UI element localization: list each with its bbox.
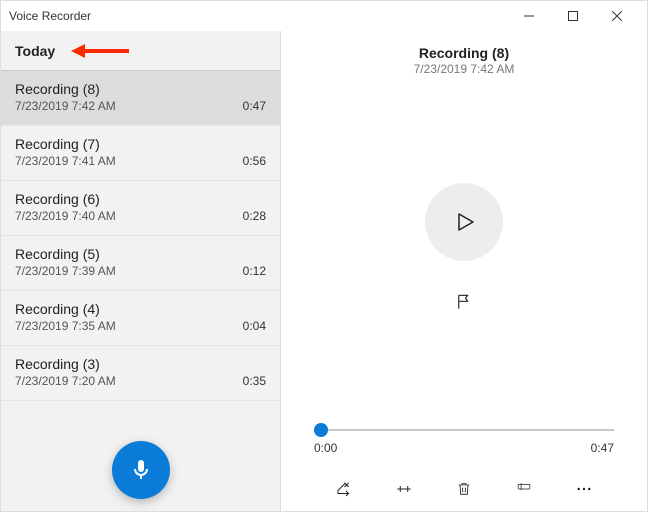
list-item-time: 7/23/2019 7:42 AM bbox=[15, 99, 116, 113]
list-item-title: Recording (7) bbox=[15, 136, 100, 152]
timeline-duration: 0:47 bbox=[591, 441, 614, 455]
list-item-duration: 0:04 bbox=[243, 319, 266, 333]
annotation-arrow-icon bbox=[71, 41, 131, 61]
section-label: Today bbox=[15, 43, 55, 59]
list-item-duration: 0:47 bbox=[243, 99, 266, 113]
list-item-duration: 0:56 bbox=[243, 154, 266, 168]
list-item-duration: 0:35 bbox=[243, 374, 266, 388]
timeline[interactable]: 0:00 0:47 bbox=[314, 423, 614, 455]
list-item-duration: 0:12 bbox=[243, 264, 266, 278]
share-icon bbox=[335, 480, 353, 498]
list-item[interactable]: Recording (3) 7/23/2019 7:20 AM 0:35 bbox=[1, 346, 280, 401]
list-item[interactable]: Recording (6) 7/23/2019 7:40 AM 0:28 bbox=[1, 181, 280, 236]
detail-subtitle: 7/23/2019 7:42 AM bbox=[414, 62, 515, 76]
list-item[interactable]: Recording (4) 7/23/2019 7:35 AM 0:04 bbox=[1, 291, 280, 346]
list-item-time: 7/23/2019 7:41 AM bbox=[15, 154, 116, 168]
list-item-time: 7/23/2019 7:40 AM bbox=[15, 209, 116, 223]
rename-button[interactable] bbox=[514, 479, 534, 499]
list-item[interactable]: Recording (7) 7/23/2019 7:41 AM 0:56 bbox=[1, 126, 280, 181]
minimize-button[interactable] bbox=[507, 2, 551, 30]
app-title: Voice Recorder bbox=[9, 9, 91, 23]
list-item-title: Recording (3) bbox=[15, 356, 100, 372]
trim-button[interactable] bbox=[394, 479, 414, 499]
add-marker-button[interactable] bbox=[449, 287, 479, 317]
trim-icon bbox=[395, 480, 413, 498]
list-item-title: Recording (8) bbox=[15, 81, 100, 97]
maximize-icon bbox=[568, 11, 578, 21]
timeline-position: 0:00 bbox=[314, 441, 337, 455]
play-button[interactable] bbox=[425, 183, 503, 261]
list-item-title: Recording (6) bbox=[15, 191, 100, 207]
section-header: Today bbox=[1, 31, 280, 71]
close-button[interactable] bbox=[595, 2, 639, 30]
app-window: Voice Recorder Today Recording (8)7/23/2… bbox=[0, 0, 648, 512]
list-item-duration: 0:28 bbox=[243, 209, 266, 223]
list-item-time: 7/23/2019 7:39 AM bbox=[15, 264, 116, 278]
share-button[interactable] bbox=[334, 479, 354, 499]
maximize-button[interactable] bbox=[551, 2, 595, 30]
more-button[interactable] bbox=[574, 479, 594, 499]
detail-title: Recording (8) bbox=[414, 45, 515, 61]
timeline-track bbox=[314, 429, 614, 431]
minimize-icon bbox=[524, 11, 534, 21]
close-icon bbox=[612, 11, 622, 21]
more-icon bbox=[575, 480, 593, 498]
trash-icon bbox=[456, 481, 472, 497]
sidebar: Today Recording (8) 7/23/2019 7:42 AM 0:47… bbox=[1, 31, 281, 511]
play-icon bbox=[452, 210, 476, 234]
list-item-title: Recording (4) bbox=[15, 301, 100, 317]
detail-toolbar bbox=[281, 467, 647, 511]
titlebar: Voice Recorder bbox=[1, 1, 647, 31]
flag-icon bbox=[455, 293, 473, 311]
microphone-icon bbox=[129, 458, 153, 482]
record-button[interactable] bbox=[112, 441, 170, 499]
list-item[interactable]: Recording (5) 7/23/2019 7:39 AM 0:12 bbox=[1, 236, 280, 291]
list-item[interactable]: Recording (8) 7/23/2019 7:42 AM 0:47 bbox=[1, 71, 280, 126]
list-item-time: 7/23/2019 7:20 AM bbox=[15, 374, 116, 388]
list-item-time: 7/23/2019 7:35 AM bbox=[15, 319, 116, 333]
detail-pane: Recording (8) 7/23/2019 7:42 AM bbox=[281, 31, 647, 511]
list-item-title: Recording (5) bbox=[15, 246, 100, 262]
timeline-knob[interactable] bbox=[314, 423, 328, 437]
delete-button[interactable] bbox=[454, 479, 474, 499]
rename-icon bbox=[514, 482, 534, 496]
